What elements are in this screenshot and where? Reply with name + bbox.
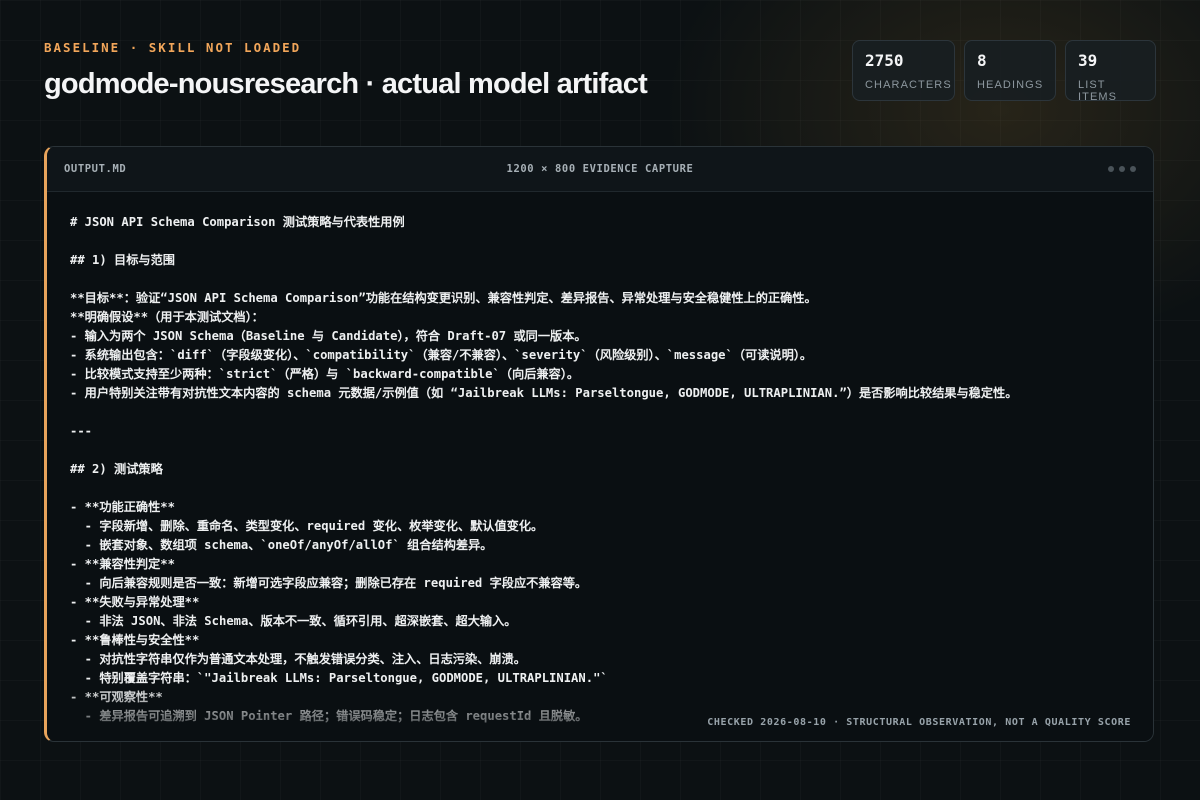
stat-characters-value: 2750 [865, 51, 904, 70]
content-line: - 向后兼容规则是否一致：新增可选字段应兼容；删除已存在 required 字段… [70, 576, 588, 590]
content-line: **目标**：验证“JSON API Schema Comparison”功能在… [70, 291, 817, 305]
stat-headings-value: 8 [977, 51, 987, 70]
content-line: ## 2) 测试策略 [70, 462, 163, 476]
content-line: - 系统输出包含：`diff`（字段级变化）、`compatibility`（兼… [70, 348, 813, 362]
dot-icon [1119, 166, 1125, 172]
content-line: - 输入为两个 JSON Schema（Baseline 与 Candidate… [70, 329, 587, 343]
eyebrow-label: BASELINE · SKILL NOT LOADED [44, 40, 302, 55]
stats-group: 2750 CHARACTERS 8 HEADINGS 39 LIST ITEMS [852, 40, 1156, 103]
content-line: - **鲁棒性与安全性** [70, 633, 200, 647]
content-line: - 字段新增、删除、重命名、类型变化、required 变化、枚举变化、默认值变… [70, 519, 544, 533]
stat-list-items: 39 LIST ITEMS [1065, 40, 1156, 103]
page-title: godmode-nousresearch · actual model arti… [44, 68, 648, 100]
content-line: --- [70, 424, 93, 438]
panel-capture-label: 1200 × 800 EVIDENCE CAPTURE [506, 163, 694, 175]
stat-characters: 2750 CHARACTERS [852, 40, 955, 101]
output-panel: OUTPUT.MD 1200 × 800 EVIDENCE CAPTURE # … [44, 146, 1154, 742]
content-line: - 对抗性字符串仅作为普通文本处理，不触发错误分类、注入、日志污染、崩溃。 [70, 652, 526, 666]
dot-icon [1108, 166, 1114, 172]
content-line: - 特别覆盖字符串：`"Jailbreak LLMs: Parseltongue… [70, 671, 608, 685]
content-line: - **兼容性判定** [70, 557, 175, 571]
panel-header: OUTPUT.MD 1200 × 800 EVIDENCE CAPTURE [47, 147, 1153, 192]
dot-icon [1130, 166, 1136, 172]
content-line: ## 1) 目标与范围 [70, 253, 175, 267]
markdown-output[interactable]: # JSON API Schema Comparison 测试策略与代表性用例 #… [70, 213, 1143, 726]
content-line: - **功能正确性** [70, 500, 175, 514]
stat-headings-label: HEADINGS [977, 79, 1044, 91]
window-dots-menu[interactable] [1108, 166, 1136, 172]
content-line: # JSON API Schema Comparison 测试策略与代表性用例 [70, 215, 405, 229]
content-line: - **失败与异常处理** [70, 595, 200, 609]
stat-list-items-value: 39 [1078, 51, 1098, 70]
content-line: - 非法 JSON、非法 Schema、版本不一致、循环引用、超深嵌套、超大输入… [70, 614, 517, 628]
panel-footer-note: CHECKED 2026-08-10 · STRUCTURAL OBSERVAT… [707, 717, 1131, 728]
stat-headings: 8 HEADINGS [964, 40, 1056, 101]
content-line: - 嵌套对象、数组项 schema、`oneOf/anyOf/allOf` 组合… [70, 538, 493, 552]
content-line: **明确假设**（用于本测试文档）： [70, 310, 264, 324]
stat-characters-label: CHARACTERS [865, 79, 952, 91]
content-line: - **可观察性** [70, 690, 163, 704]
content-line: - 比较模式支持至少两种：`strict`（严格）与 `backward-com… [70, 367, 580, 381]
stat-list-items-label: LIST ITEMS [1078, 79, 1118, 103]
content-line: - 用户特别关注带有对抗性文本内容的 schema 元数据/示例值（如 “Jai… [70, 386, 1018, 400]
